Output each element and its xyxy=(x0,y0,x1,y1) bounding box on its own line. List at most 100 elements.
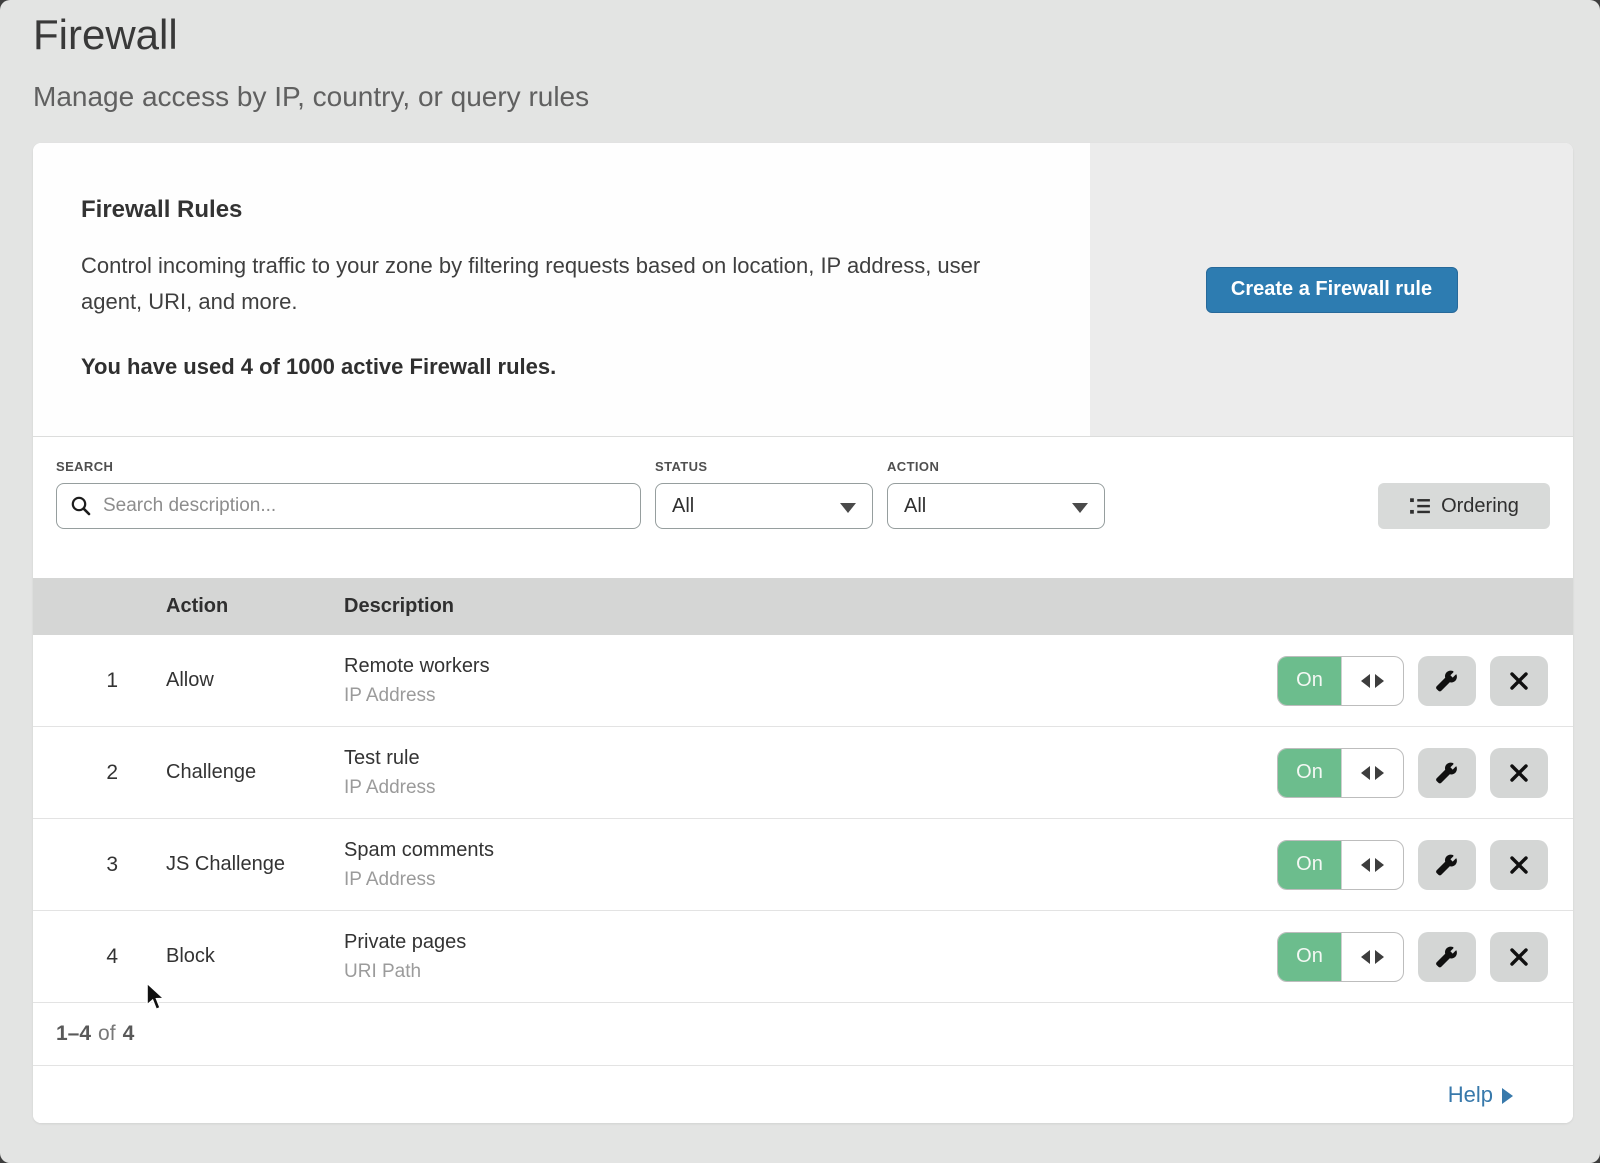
rule-action: Block xyxy=(166,945,344,968)
rule-enabled-toggle[interactable]: On xyxy=(1277,932,1404,982)
toggle-arrows-icon[interactable] xyxy=(1341,749,1403,797)
rule-description-cell: Test rule IP Address xyxy=(344,747,1277,799)
search-field-wrap xyxy=(56,483,641,529)
help-link-label: Help xyxy=(1448,1082,1493,1108)
toggle-arrows-icon[interactable] xyxy=(1341,657,1403,705)
wrench-icon xyxy=(1435,761,1459,785)
wrench-icon xyxy=(1435,669,1459,693)
toggle-arrows-icon[interactable] xyxy=(1341,933,1403,981)
help-row: Help xyxy=(33,1066,1573,1123)
status-filter-group: STATUS All xyxy=(655,459,873,529)
rule-description: Test rule xyxy=(344,747,1277,770)
create-rule-panel: Create a Firewall rule xyxy=(1090,143,1573,436)
triangle-left-icon xyxy=(1361,858,1370,872)
search-filter-group: SEARCH xyxy=(56,459,641,529)
firewall-rules-usage-note: You have used 4 of 1000 active Firewall … xyxy=(81,354,1042,380)
table-row: 1 Allow Remote workers IP Address On xyxy=(33,635,1573,727)
firewall-rules-description: Control incoming traffic to your zone by… xyxy=(81,248,1026,320)
toggle-on-label: On xyxy=(1278,657,1341,705)
action-filter-group: ACTION All xyxy=(887,459,1105,529)
triangle-left-icon xyxy=(1361,766,1370,780)
rule-priority: 4 xyxy=(33,945,166,969)
rule-description-cell: Spam comments IP Address xyxy=(344,839,1277,891)
page-header: Firewall Manage access by IP, country, o… xyxy=(0,0,1600,114)
rule-controls: On xyxy=(1277,748,1573,798)
firewall-rules-intro-section: Firewall Rules Control incoming traffic … xyxy=(33,143,1573,437)
rule-match-type: IP Address xyxy=(344,685,1277,707)
table-row: 2 Challenge Test rule IP Address On xyxy=(33,727,1573,819)
chevron-down-icon xyxy=(840,503,856,513)
delete-rule-button[interactable] xyxy=(1490,840,1548,890)
toggle-on-label: On xyxy=(1278,933,1341,981)
chevron-down-icon xyxy=(1072,503,1088,513)
rule-description-cell: Private pages URI Path xyxy=(344,931,1277,983)
rule-enabled-toggle[interactable]: On xyxy=(1277,656,1404,706)
triangle-left-icon xyxy=(1361,674,1370,688)
triangle-right-icon xyxy=(1375,766,1384,780)
delete-rule-button[interactable] xyxy=(1490,656,1548,706)
toggle-arrows-icon[interactable] xyxy=(1341,841,1403,889)
firewall-page: Firewall Manage access by IP, country, o… xyxy=(0,0,1600,1163)
rule-enabled-toggle[interactable]: On xyxy=(1277,840,1404,890)
page-subtitle: Manage access by IP, country, or query r… xyxy=(33,80,1567,114)
status-select-value: All xyxy=(672,495,694,518)
chevron-right-icon xyxy=(1502,1088,1513,1104)
firewall-rules-info: Firewall Rules Control incoming traffic … xyxy=(33,143,1090,436)
delete-rule-button[interactable] xyxy=(1490,932,1548,982)
rule-match-type: IP Address xyxy=(344,777,1277,799)
close-icon xyxy=(1508,670,1530,692)
triangle-right-icon xyxy=(1375,674,1384,688)
rule-action: Challenge xyxy=(166,761,344,784)
edit-rule-button[interactable] xyxy=(1418,932,1476,982)
rule-match-type: IP Address xyxy=(344,869,1277,891)
table-header-row: Action Description xyxy=(33,578,1573,635)
rule-controls: On xyxy=(1277,656,1573,706)
table-row: 3 JS Challenge Spam comments IP Address … xyxy=(33,819,1573,911)
rule-description: Spam comments xyxy=(344,839,1277,862)
rule-priority: 1 xyxy=(33,669,166,693)
edit-rule-button[interactable] xyxy=(1418,656,1476,706)
wrench-icon xyxy=(1435,853,1459,877)
wrench-icon xyxy=(1435,945,1459,969)
ordered-list-icon xyxy=(1409,495,1431,517)
rule-description: Private pages xyxy=(344,931,1277,954)
rule-action: Allow xyxy=(166,669,344,692)
search-input[interactable] xyxy=(56,483,641,529)
pagination-of: of xyxy=(98,1022,116,1046)
rules-table-body: 1 Allow Remote workers IP Address On xyxy=(33,635,1573,1003)
pagination-total: 4 xyxy=(123,1022,135,1046)
toggle-on-label: On xyxy=(1278,749,1341,797)
triangle-right-icon xyxy=(1375,858,1384,872)
firewall-rules-card: Firewall Rules Control incoming traffic … xyxy=(33,143,1573,1123)
action-label: ACTION xyxy=(887,459,1105,474)
pagination-range: 1–4 xyxy=(56,1022,91,1046)
action-select[interactable]: All xyxy=(887,483,1105,529)
rule-controls: On xyxy=(1277,932,1573,982)
close-icon xyxy=(1508,762,1530,784)
ordering-button[interactable]: Ordering xyxy=(1378,483,1550,529)
rule-priority: 3 xyxy=(33,853,166,877)
action-column-header: Action xyxy=(166,595,344,618)
rule-controls: On xyxy=(1277,840,1573,890)
delete-rule-button[interactable] xyxy=(1490,748,1548,798)
edit-rule-button[interactable] xyxy=(1418,840,1476,890)
rule-match-type: URI Path xyxy=(344,961,1277,983)
page-title: Firewall xyxy=(33,10,1567,60)
firewall-rules-heading: Firewall Rules xyxy=(81,195,1042,225)
table-row: 4 Block Private pages URI Path On xyxy=(33,911,1573,1003)
create-firewall-rule-button[interactable]: Create a Firewall rule xyxy=(1206,267,1458,313)
rule-action: JS Challenge xyxy=(166,853,344,876)
search-label: SEARCH xyxy=(56,459,641,474)
close-icon xyxy=(1508,946,1530,968)
ordering-button-label: Ordering xyxy=(1441,495,1519,518)
rule-priority: 2 xyxy=(33,761,166,785)
edit-rule-button[interactable] xyxy=(1418,748,1476,798)
description-column-header: Description xyxy=(344,595,1573,618)
rule-enabled-toggle[interactable]: On xyxy=(1277,748,1404,798)
help-link[interactable]: Help xyxy=(1448,1082,1513,1108)
search-icon xyxy=(70,495,92,517)
status-select[interactable]: All xyxy=(655,483,873,529)
toggle-on-label: On xyxy=(1278,841,1341,889)
action-select-value: All xyxy=(904,495,926,518)
triangle-left-icon xyxy=(1361,950,1370,964)
